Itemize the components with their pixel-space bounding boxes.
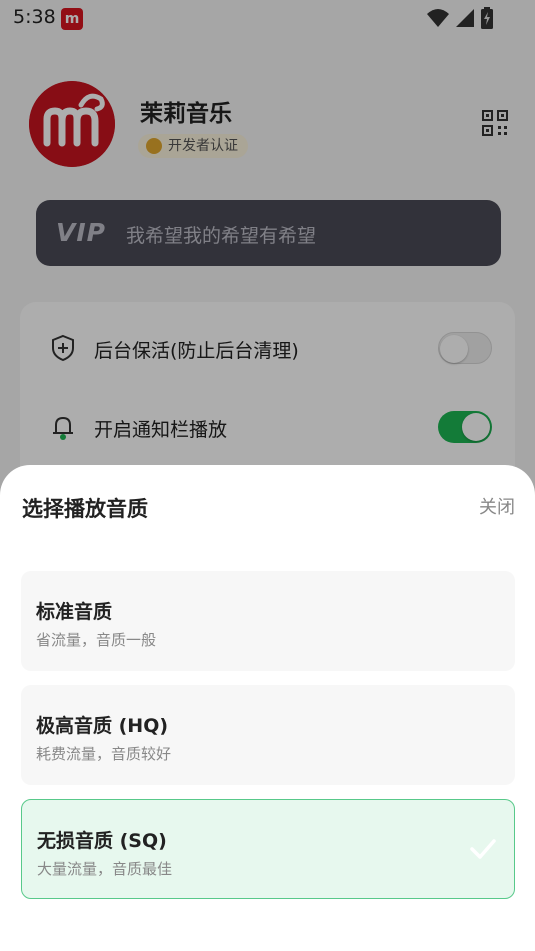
sheet-title: 选择播放音质	[22, 497, 148, 521]
quality-option-standard[interactable]: 标准音质 省流量，音质一般	[21, 571, 515, 671]
quality-bottom-sheet: 选择播放音质 关闭 标准音质 省流量，音质一般 极高音质 (HQ) 耗费流量，音…	[0, 465, 535, 951]
quality-option-sq[interactable]: 无损音质 (SQ) 大量流量，音质最佳	[21, 799, 515, 899]
check-icon	[470, 839, 496, 859]
close-button[interactable]: 关闭	[479, 493, 515, 519]
option-subtitle: 省流量，音质一般	[36, 631, 157, 649]
option-subtitle: 大量流量，音质最佳	[37, 860, 173, 878]
quality-option-hq[interactable]: 极高音质 (HQ) 耗费流量，音质较好	[21, 685, 515, 785]
option-title: 标准音质	[36, 601, 113, 623]
option-title: 无损音质 (SQ)	[37, 830, 167, 852]
option-title: 极高音质 (HQ)	[36, 715, 169, 737]
option-subtitle: 耗费流量，音质较好	[36, 745, 172, 763]
